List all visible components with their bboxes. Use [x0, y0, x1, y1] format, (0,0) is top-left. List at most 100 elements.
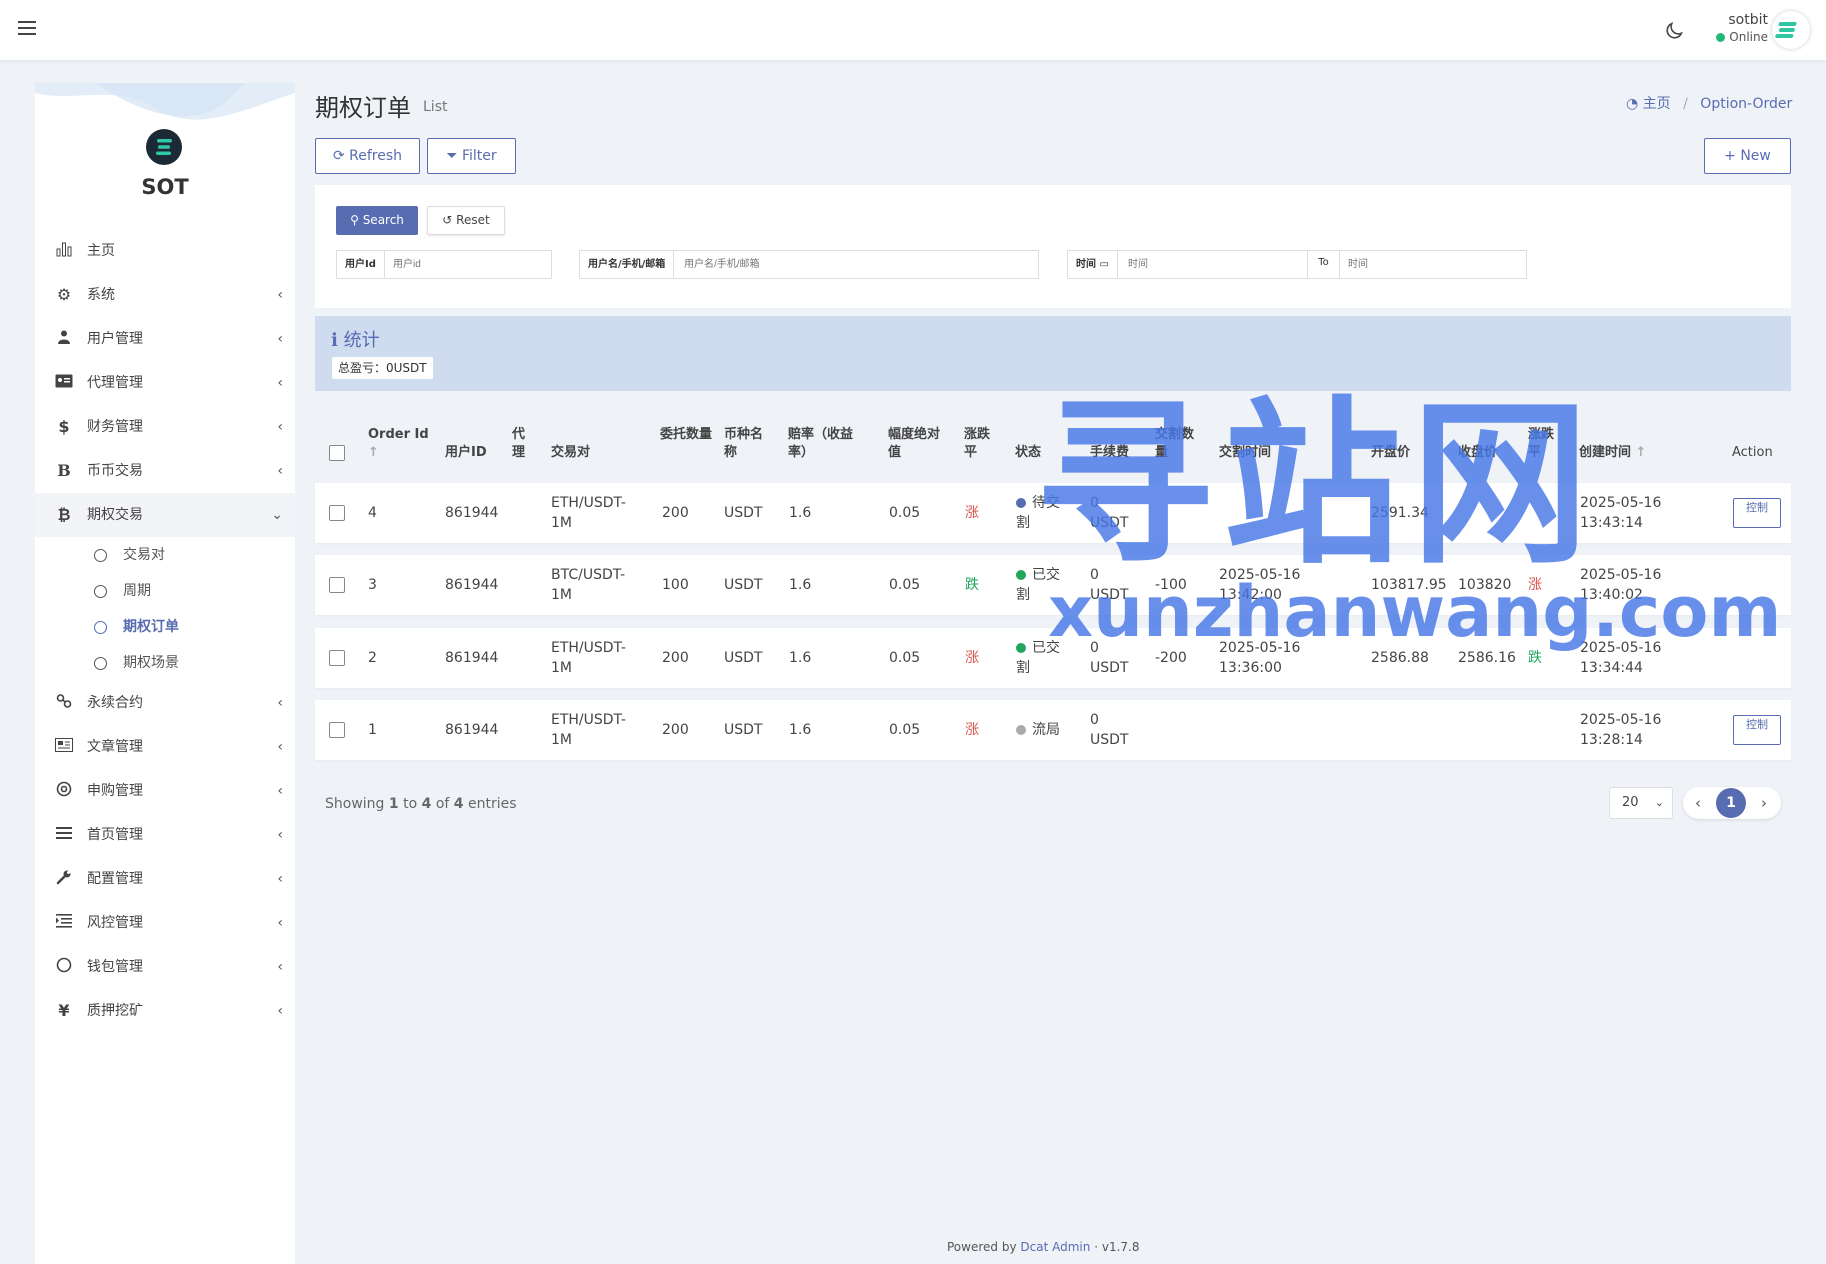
- refresh-button[interactable]: ⟳ Refresh: [315, 138, 420, 174]
- chevron-left-icon: ‹: [277, 287, 283, 303]
- user-name-input[interactable]: [676, 251, 1038, 278]
- hamburger-icon[interactable]: [18, 18, 38, 42]
- gear-icon: ⚙: [56, 285, 72, 304]
- info-from: 1: [388, 796, 399, 812]
- th-range: 幅度绝对值: [888, 427, 941, 460]
- user-menu[interactable]: sotbit Online: [1690, 12, 1768, 44]
- sidebar-item-label: 主页: [87, 243, 115, 259]
- next-page-button[interactable]: ›: [1761, 787, 1767, 819]
- page-size-select[interactable]: 20 ⌄: [1609, 787, 1673, 819]
- sidebar-item-spot[interactable]: B 币币交易 ‹: [35, 449, 295, 493]
- cell-fee: 0 USDT: [1090, 493, 1128, 533]
- sidebar-wave-decoration: [35, 83, 295, 120]
- filter-button[interactable]: ⏷ Filter: [427, 138, 516, 174]
- sidebar-item-label: 财务管理: [87, 419, 143, 435]
- moon-icon[interactable]: [1663, 20, 1685, 42]
- time-start-input[interactable]: [1120, 251, 1306, 278]
- sidebar-item-staking[interactable]: ¥ 质押挖矿 ‹: [35, 989, 295, 1033]
- table-header: Order Id ↑ 用户ID 代理 交易对 委托数量 币种名称 赔率（收益率） …: [315, 420, 1791, 476]
- chevron-left-icon: ‹: [277, 959, 283, 975]
- chevron-left-icon: ‹: [277, 419, 283, 435]
- sidebar-item-agent[interactable]: 代理管理 ‹: [35, 361, 295, 405]
- sidebar-item-subscription[interactable]: 申购管理 ‹: [35, 769, 295, 813]
- fee-line: 0: [1090, 495, 1099, 511]
- sidebar-item-perpetual[interactable]: 永续合约 ‹: [35, 681, 295, 725]
- cell-range: 0.05: [889, 650, 921, 666]
- total-pnl-badge: 总盈亏：0USDT: [332, 357, 433, 379]
- cell-fee: 0 USDT: [1090, 638, 1128, 678]
- sidebar-subitem-label: 期权订单: [123, 619, 179, 635]
- status-line: 割: [1016, 660, 1030, 676]
- sidebar-subitem-option-orders[interactable]: 期权订单: [35, 609, 295, 645]
- cell-settle-time: 2025-05-16 13:42:00: [1219, 565, 1300, 605]
- sidebar-item-articles[interactable]: 文章管理 ‹: [35, 725, 295, 769]
- sidebar-subitem-periods[interactable]: 周期: [35, 573, 295, 609]
- sidebar-item-options[interactable]: ₿ 期权交易 ⌄: [35, 493, 295, 537]
- chevron-left-icon: ‹: [277, 739, 283, 755]
- cell-coin: USDT: [724, 577, 763, 593]
- footer-link[interactable]: Dcat Admin: [1020, 1240, 1090, 1254]
- reset-button[interactable]: ↺ Reset: [427, 206, 505, 235]
- row-checkbox[interactable]: [329, 650, 345, 666]
- control-button[interactable]: 控制: [1733, 715, 1781, 745]
- chevron-left-icon: ‹: [277, 871, 283, 887]
- control-button[interactable]: 控制: [1733, 498, 1781, 528]
- info-to: 4: [421, 796, 432, 812]
- cell-created-at: 2025-05-16 13:28:14: [1580, 710, 1661, 750]
- sidebar-subitem-pairs[interactable]: 交易对: [35, 537, 295, 573]
- circle-icon: [94, 657, 107, 670]
- breadcrumb-home[interactable]: 主页: [1643, 96, 1671, 112]
- sidebar-item-label: 用户管理: [87, 331, 143, 347]
- user-status-text: Online: [1729, 30, 1768, 44]
- chevron-left-icon: ‹: [277, 915, 283, 931]
- time-label-text: 时间: [1076, 259, 1096, 270]
- time-to-label: To: [1307, 251, 1340, 278]
- sidebar-subitem-scenes[interactable]: 期权场景: [35, 645, 295, 681]
- cell-coin: USDT: [724, 722, 763, 738]
- time-line: 13:40:02: [1580, 587, 1643, 603]
- chevron-left-icon: ‹: [277, 827, 283, 843]
- sidebar-item-homepage[interactable]: 首页管理 ‹: [35, 813, 295, 857]
- sidebar-item-home[interactable]: 主页: [35, 229, 295, 273]
- status-dot-icon: [1016, 498, 1026, 508]
- row-checkbox[interactable]: [329, 722, 345, 738]
- time-line: 13:42:00: [1219, 587, 1282, 603]
- sidebar-item-config[interactable]: 配置管理 ‹: [35, 857, 295, 901]
- cell-amount: 200: [662, 505, 689, 521]
- sidebar-item-users[interactable]: 用户管理 ‹: [35, 317, 295, 361]
- sidebar-item-risk[interactable]: 风控管理 ‹: [35, 901, 295, 945]
- cell-status: 流局: [1016, 720, 1060, 740]
- th-created-at[interactable]: 创建时间 ↑: [1579, 444, 1646, 462]
- sidebar-item-system[interactable]: ⚙ 系统 ‹: [35, 273, 295, 317]
- status-dot-icon: [1016, 643, 1026, 653]
- time-label: 时间 ▭: [1068, 251, 1118, 278]
- select-all-checkbox[interactable]: [329, 445, 345, 461]
- row-checkbox[interactable]: [329, 505, 345, 521]
- time-line: 2025-05-16: [1580, 495, 1662, 511]
- avatar[interactable]: [1772, 11, 1810, 49]
- search-button[interactable]: ⚲ Search: [336, 206, 418, 235]
- cell-range: 0.05: [889, 505, 921, 521]
- breadcrumb: ◔ 主页 / Option-Order: [1626, 93, 1792, 113]
- th-order-id[interactable]: Order Id ↑: [368, 426, 429, 462]
- time-line: 2025-05-16: [1219, 567, 1301, 583]
- sidebar-item-finance[interactable]: $ 财务管理 ‹: [35, 405, 295, 449]
- prev-page-button[interactable]: ‹: [1695, 787, 1701, 819]
- row-checkbox[interactable]: [329, 577, 345, 593]
- fee-line: USDT: [1090, 515, 1129, 531]
- cell-order-id: 1: [368, 722, 377, 738]
- time-end-input[interactable]: [1340, 251, 1526, 278]
- fee-line: 0: [1090, 640, 1099, 656]
- sidebar-menu: 主页 ⚙ 系统 ‹ 用户管理 ‹ 代理管理 ‹ $ 财务管理 ‹ B 币币交易 …: [35, 229, 295, 1033]
- sidebar-item-wallet[interactable]: 钱包管理 ‹: [35, 945, 295, 989]
- new-button[interactable]: + New: [1704, 138, 1791, 174]
- page-title: 期权订单: [315, 94, 411, 122]
- page-button-current[interactable]: 1: [1716, 788, 1746, 818]
- time-line: 13:34:44: [1580, 660, 1643, 676]
- user-status: Online: [1690, 30, 1768, 44]
- user-id-input[interactable]: [385, 251, 551, 278]
- cell-amount: 200: [662, 650, 689, 666]
- cell-result: 跌: [1528, 650, 1542, 666]
- breadcrumb-current[interactable]: Option-Order: [1700, 96, 1792, 112]
- chevron-down-icon: ⌄: [271, 507, 283, 523]
